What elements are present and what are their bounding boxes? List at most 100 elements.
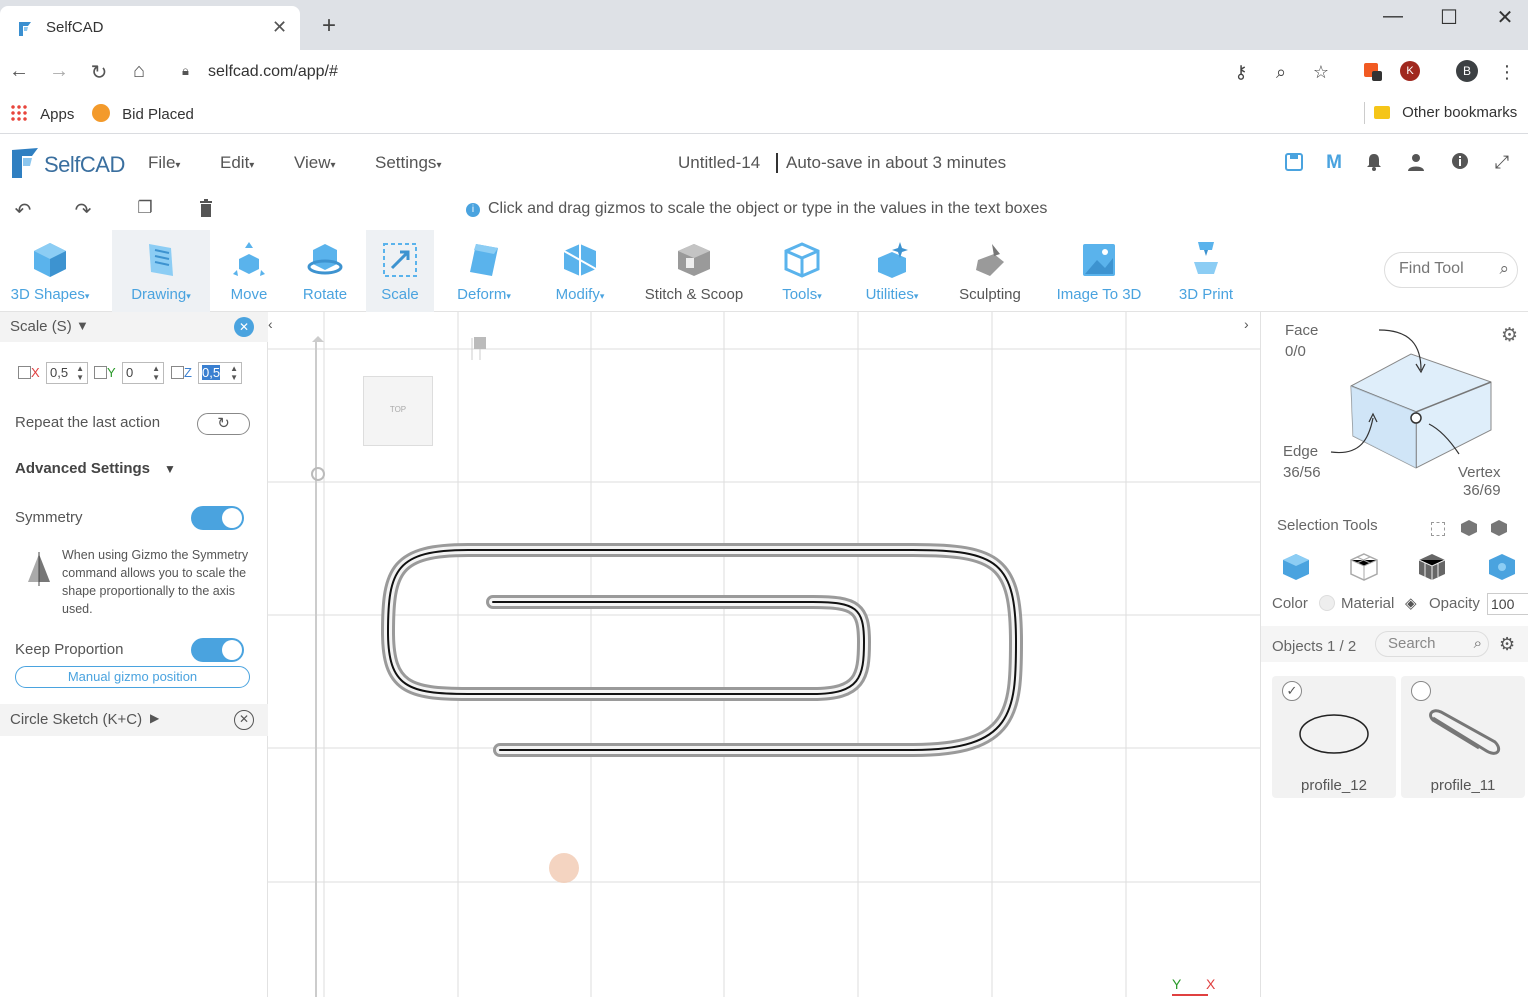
object-card-profile-12[interactable]: ✓ profile_12 bbox=[1272, 676, 1396, 798]
object-checkbox[interactable] bbox=[1411, 681, 1431, 701]
scale-z-input[interactable]: 0,5 ▲ ▼ bbox=[198, 362, 242, 384]
object-mode-icon[interactable] bbox=[1281, 552, 1311, 582]
undo-icon[interactable]: ↶ bbox=[10, 198, 36, 223]
zoom-icon[interactable]: ⌕ bbox=[1270, 62, 1292, 83]
object-checkbox[interactable]: ✓ bbox=[1282, 681, 1302, 701]
circle-sketch-header[interactable]: Circle Sketch (K+C) ▶ ✕ bbox=[0, 704, 268, 736]
material-icon[interactable]: ◈ bbox=[1405, 594, 1417, 612]
edge-mode-icon[interactable] bbox=[1417, 552, 1447, 582]
axis-x-label: X bbox=[1206, 976, 1216, 992]
symmetry-toggle[interactable] bbox=[191, 506, 244, 530]
extension-k-icon[interactable]: K bbox=[1400, 61, 1422, 81]
copy-icon[interactable]: ❐ bbox=[132, 198, 158, 218]
info-icon[interactable] bbox=[1448, 152, 1472, 176]
minimize-button[interactable]: — bbox=[1378, 5, 1408, 28]
maximize-button[interactable]: ☐ bbox=[1434, 5, 1464, 30]
find-tool-input[interactable] bbox=[1399, 260, 1489, 278]
trash-icon[interactable] bbox=[193, 198, 219, 224]
face-mode-icon[interactable] bbox=[1349, 552, 1379, 582]
new-tab-button[interactable]: + bbox=[316, 12, 342, 40]
selfcad-logo[interactable]: SelfCAD bbox=[10, 146, 130, 182]
gear-icon[interactable]: ⚙ bbox=[1501, 324, 1518, 347]
paint-select-icon[interactable] bbox=[1461, 520, 1477, 536]
bid-placed-bookmark[interactable]: Bid Placed bbox=[92, 104, 194, 123]
find-tool-search[interactable]: ⌕ bbox=[1384, 252, 1518, 288]
menu-file[interactable]: File▾ bbox=[148, 153, 180, 173]
x-axis-checkbox[interactable]: X bbox=[18, 365, 40, 380]
close-window-button[interactable]: ✕ bbox=[1490, 5, 1520, 30]
key-icon[interactable]: ⚷ bbox=[1230, 62, 1252, 83]
bell-icon[interactable] bbox=[1362, 152, 1386, 176]
scale-x-input[interactable]: 0,5 ▲ ▼ bbox=[46, 362, 88, 384]
tool-3d-shapes[interactable]: 3D Shapes▾ bbox=[0, 230, 100, 312]
scale-panel-header[interactable]: Scale (S) ▼ ✕ bbox=[0, 312, 268, 342]
browser-menu-icon[interactable]: ⋮ bbox=[1496, 62, 1518, 83]
repeat-action-button[interactable]: ↻ bbox=[197, 413, 250, 435]
address-bar[interactable]: 🔒︎ selfcad.com/app/# bbox=[170, 56, 1350, 88]
collapse-right-panel-icon[interactable]: › bbox=[1244, 316, 1258, 332]
gizmo-marker[interactable] bbox=[474, 337, 486, 349]
search-icon[interactable]: ⌕ bbox=[1474, 635, 1482, 652]
tool-rotate[interactable]: Rotate bbox=[288, 230, 362, 312]
vertex-mode-icon[interactable] bbox=[1487, 552, 1517, 582]
collapse-triangle-icon[interactable]: ▼ bbox=[76, 318, 89, 333]
reload-icon[interactable]: ↻ bbox=[86, 60, 112, 85]
collapse-left-panel-icon[interactable]: ‹ bbox=[268, 316, 282, 332]
z-axis-checkbox[interactable]: Z bbox=[171, 365, 192, 380]
tool-deform[interactable]: Deform▾ bbox=[440, 230, 528, 312]
forward-icon[interactable]: → bbox=[46, 60, 72, 83]
info-dot-icon: i bbox=[466, 203, 480, 217]
browser-toolbar: ← → ↻ ⌂ 🔒︎ selfcad.com/app/# ⚷ ⌕ ☆ K B ⋮ bbox=[0, 50, 1528, 94]
gizmo-handle[interactable] bbox=[549, 853, 579, 883]
tool-utilities[interactable]: Utilities▾ bbox=[852, 230, 932, 312]
m-icon[interactable]: M bbox=[1322, 152, 1346, 176]
close-sketch-icon[interactable]: ✕ bbox=[234, 710, 254, 730]
tool-stitch-scoop[interactable]: Stitch & Scoop bbox=[636, 230, 752, 312]
tab-close-icon[interactable]: ✕ bbox=[272, 17, 287, 38]
profile-avatar[interactable]: B bbox=[1456, 60, 1478, 82]
manual-gizmo-button[interactable]: Manual gizmo position bbox=[15, 666, 250, 688]
tool-modify[interactable]: Modify▾ bbox=[538, 230, 622, 312]
menu-settings[interactable]: Settings▾ bbox=[375, 153, 441, 173]
expand-right-triangle-icon[interactable]: ▶ bbox=[150, 711, 159, 725]
home-icon[interactable]: ⌂ bbox=[126, 60, 152, 83]
3d-viewport[interactable]: TOP ‹ › Y X bbox=[268, 312, 1260, 997]
objects-settings-icon[interactable]: ⚙ bbox=[1499, 634, 1515, 655]
keep-proportion-toggle[interactable] bbox=[191, 638, 244, 662]
opacity-label: Opacity bbox=[1429, 595, 1480, 612]
tool-tools[interactable]: Tools▾ bbox=[768, 230, 836, 312]
tool-sculpting[interactable]: Sculpting bbox=[950, 230, 1030, 312]
y-axis-checkbox[interactable]: Y bbox=[94, 365, 116, 380]
redo-icon[interactable]: ↷ bbox=[70, 198, 96, 223]
extension-icon[interactable] bbox=[1362, 62, 1384, 87]
advanced-settings-toggle[interactable]: Advanced Settings ▼ bbox=[15, 460, 176, 477]
other-bookmarks[interactable]: Other bookmarks bbox=[1374, 104, 1517, 121]
objects-search[interactable]: Search ⌕ bbox=[1375, 631, 1489, 657]
tool-drawing[interactable]: Drawing▾ bbox=[112, 230, 210, 312]
box-select-icon[interactable] bbox=[1431, 522, 1445, 536]
browser-tab[interactable]: SelfCAD ✕ bbox=[0, 6, 300, 50]
color-swatch[interactable] bbox=[1319, 595, 1335, 611]
search-icon[interactable]: ⌕ bbox=[1499, 259, 1509, 279]
menu-view[interactable]: View▾ bbox=[294, 153, 336, 173]
tool-image-to-3d[interactable]: Image To 3D bbox=[1050, 230, 1148, 312]
view-cube[interactable]: TOP bbox=[363, 376, 433, 446]
lasso-select-icon[interactable] bbox=[1491, 520, 1507, 536]
back-icon[interactable]: ← bbox=[6, 60, 32, 83]
fullscreen-icon[interactable]: ⤢ bbox=[1490, 152, 1514, 176]
tool-scale[interactable]: Scale bbox=[366, 230, 434, 312]
save-icon[interactable] bbox=[1282, 152, 1306, 176]
tool-3d-print[interactable]: 3D Print bbox=[1166, 230, 1246, 312]
tool-move[interactable]: Move bbox=[214, 230, 284, 312]
opacity-input[interactable]: 100 bbox=[1487, 593, 1528, 615]
menu-edit[interactable]: Edit▾ bbox=[220, 153, 254, 173]
scale-y-input[interactable]: 0 ▲ ▼ bbox=[122, 362, 164, 384]
object-card-profile-11[interactable]: profile_11 bbox=[1401, 676, 1525, 798]
apps-bookmark[interactable]: Apps bbox=[10, 104, 74, 123]
stitch-scoop-icon bbox=[678, 244, 710, 276]
symmetry-icon bbox=[28, 552, 50, 586]
document-title[interactable]: Untitled-14 bbox=[678, 153, 760, 173]
star-icon[interactable]: ☆ bbox=[1310, 62, 1332, 83]
user-icon[interactable] bbox=[1404, 152, 1428, 176]
close-panel-icon[interactable]: ✕ bbox=[234, 317, 254, 337]
